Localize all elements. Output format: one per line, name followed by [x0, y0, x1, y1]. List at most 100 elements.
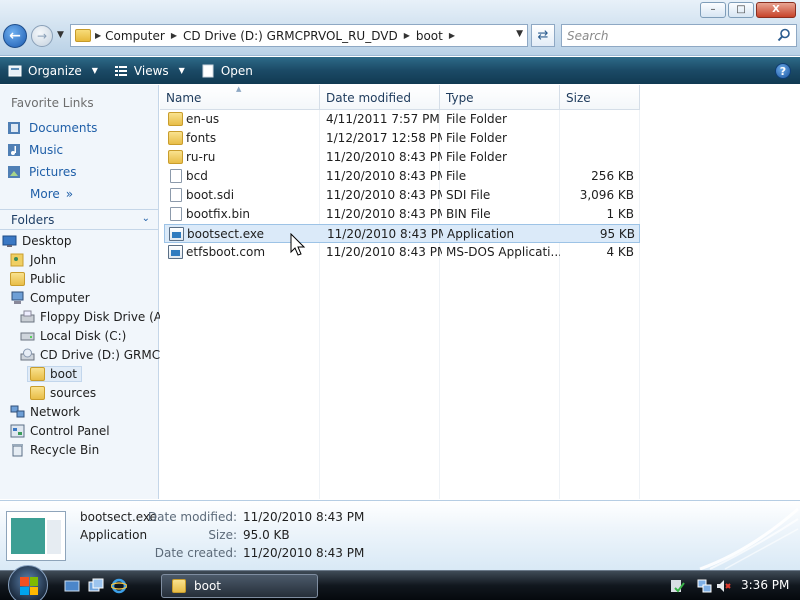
folders-header[interactable]: Folders ⌄	[0, 209, 158, 230]
file-size: 95 KB	[599, 227, 635, 241]
organize-icon	[8, 65, 22, 76]
close-button[interactable]: X	[756, 2, 796, 18]
file-thumbnail	[6, 511, 66, 561]
volume-muted-icon[interactable]	[716, 578, 732, 594]
tree-boot[interactable]: boot	[27, 366, 83, 382]
clock[interactable]: 3:36 PM	[741, 578, 789, 592]
mouse-cursor-icon	[290, 233, 306, 256]
details-value: 11/20/2010 8:43 PM	[243, 510, 365, 524]
show-desktop-icon[interactable]	[64, 578, 80, 594]
column-header-name[interactable]: Name ▲	[160, 85, 320, 110]
file-row[interactable]: fonts 1/12/2017 12:58 PM File Folder	[164, 129, 640, 148]
tree-network[interactable]: Network	[10, 405, 80, 419]
tree-cd-drive[interactable]: CD Drive (D:) GRMCPI	[20, 348, 171, 362]
address-dropdown-icon[interactable]: ▼	[516, 29, 523, 39]
tree-sources[interactable]: sources	[30, 386, 96, 400]
file-row[interactable]: bcd 11/20/2010 8:43 PM File 256 KB	[164, 167, 640, 186]
desktop-icon	[2, 235, 17, 247]
file-type: File Folder	[446, 150, 507, 164]
file-row[interactable]: ru-ru 11/20/2010 8:43 PM File Folder	[164, 148, 640, 167]
tree-john[interactable]: John	[10, 253, 56, 267]
file-row[interactable]: etfsboot.com 11/20/2010 8:43 PM MS-DOS A…	[164, 243, 640, 262]
recent-pages-dropdown-icon[interactable]: ▼	[57, 30, 64, 40]
internet-explorer-icon[interactable]	[111, 578, 127, 594]
cd-drive-icon	[20, 348, 35, 361]
views-label: Views	[133, 63, 169, 78]
open-icon	[202, 64, 214, 77]
column-header-size[interactable]: Size	[560, 85, 640, 110]
folder-icon	[75, 29, 91, 42]
column-header-type[interactable]: Type	[440, 85, 560, 110]
file-row[interactable]: bootfix.bin 11/20/2010 8:43 PM BIN File …	[164, 205, 640, 224]
refresh-button[interactable]: ⇄	[531, 24, 555, 47]
file-name: bcd	[186, 169, 208, 183]
breadcrumb-separator-icon[interactable]: ▶	[171, 31, 177, 40]
tree-label: sources	[50, 386, 97, 400]
breadcrumb-separator-icon[interactable]: ▶	[449, 31, 455, 40]
decorative-swoosh	[699, 507, 799, 571]
views-menu[interactable]: Views ▼	[106, 57, 193, 84]
breadcrumb-separator-icon[interactable]: ▶	[404, 31, 410, 40]
maximize-button[interactable]: □	[728, 2, 754, 18]
folder-icon	[10, 272, 25, 286]
open-folder-icon	[30, 367, 45, 381]
file-name: boot.sdi	[186, 188, 235, 202]
control-panel-icon	[10, 424, 25, 438]
tree-label: Public	[30, 272, 66, 286]
user-folder-icon	[10, 253, 24, 267]
open-button[interactable]: Open	[193, 57, 261, 84]
views-icon	[114, 65, 127, 76]
column-label: Date modified	[326, 91, 412, 105]
search-icon[interactable]	[777, 28, 791, 42]
file-type: Application	[447, 227, 515, 241]
tree-recycle-bin[interactable]: Recycle Bin	[10, 443, 99, 457]
favorite-pictures[interactable]: Pictures	[6, 164, 77, 180]
help-icon[interactable]: ?	[775, 63, 791, 79]
file-type: BIN File	[446, 207, 491, 221]
start-button[interactable]	[8, 565, 48, 600]
folder-icon	[168, 112, 183, 126]
details-label: Date modified:	[147, 510, 237, 524]
double-chevron-right-icon: »	[65, 187, 74, 201]
column-header-date-modified[interactable]: Date modified	[320, 85, 440, 110]
favorite-documents[interactable]: Documents	[6, 120, 97, 136]
open-label: Open	[220, 63, 253, 78]
folders-title: Folders	[11, 212, 55, 227]
file-row-selected[interactable]: bootsect.exe 11/20/2010 8:43 PM Applicat…	[164, 224, 640, 243]
switch-windows-icon[interactable]	[88, 578, 104, 594]
forward-button[interactable]: →	[31, 25, 53, 47]
security-tray-icon[interactable]	[669, 578, 685, 594]
file-row[interactable]: en-us 4/11/2011 7:57 PM File Folder	[164, 110, 640, 129]
favorite-music[interactable]: Music	[6, 142, 63, 158]
file-date: 11/20/2010 8:43 PM	[327, 227, 443, 241]
address-bar[interactable]: ▶ Computer ▶ CD Drive (D:) GRMCPRVOL_RU_…	[70, 24, 528, 47]
file-row[interactable]: boot.sdi 11/20/2010 8:43 PM SDI File 3,0…	[164, 186, 640, 205]
tree-floppy-drive[interactable]: Floppy Disk Drive (A:)	[20, 310, 171, 324]
breadcrumb-boot[interactable]: boot	[416, 29, 443, 43]
breadcrumb-cd-drive[interactable]: CD Drive (D:) GRMCPRVOL_RU_DVD	[183, 29, 398, 43]
file-name: bootfix.bin	[186, 207, 251, 221]
breadcrumb-separator-icon[interactable]: ▶	[95, 31, 101, 40]
tree-desktop[interactable]: Desktop	[2, 234, 72, 248]
file-type: MS-DOS Applicati...	[446, 245, 560, 259]
search-input[interactable]	[567, 28, 767, 43]
tree-public[interactable]: Public	[10, 272, 66, 286]
breadcrumb-computer[interactable]: Computer	[105, 29, 165, 43]
tree-computer[interactable]: Computer	[10, 291, 90, 305]
back-button[interactable]: ←	[3, 24, 27, 48]
details-label: Size:	[208, 528, 237, 542]
floppy-drive-icon	[20, 310, 35, 323]
tree-local-disk[interactable]: Local Disk (C:)	[20, 329, 126, 343]
tree-label: Local Disk (C:)	[40, 329, 127, 343]
tree-label: Computer	[30, 291, 90, 305]
chevron-down-icon[interactable]: ▼	[179, 66, 185, 75]
file-type: SDI File	[446, 188, 491, 202]
taskbar-button-boot[interactable]: boot	[161, 574, 318, 598]
network-icon	[10, 405, 25, 418]
more-links[interactable]: More »	[30, 187, 73, 201]
network-tray-icon[interactable]	[697, 578, 713, 594]
minimize-button[interactable]: –	[700, 2, 726, 18]
organize-menu[interactable]: Organize ▼	[0, 57, 106, 84]
tree-control-panel[interactable]: Control Panel	[10, 424, 110, 438]
file-date: 11/20/2010 8:43 PM	[326, 188, 442, 202]
